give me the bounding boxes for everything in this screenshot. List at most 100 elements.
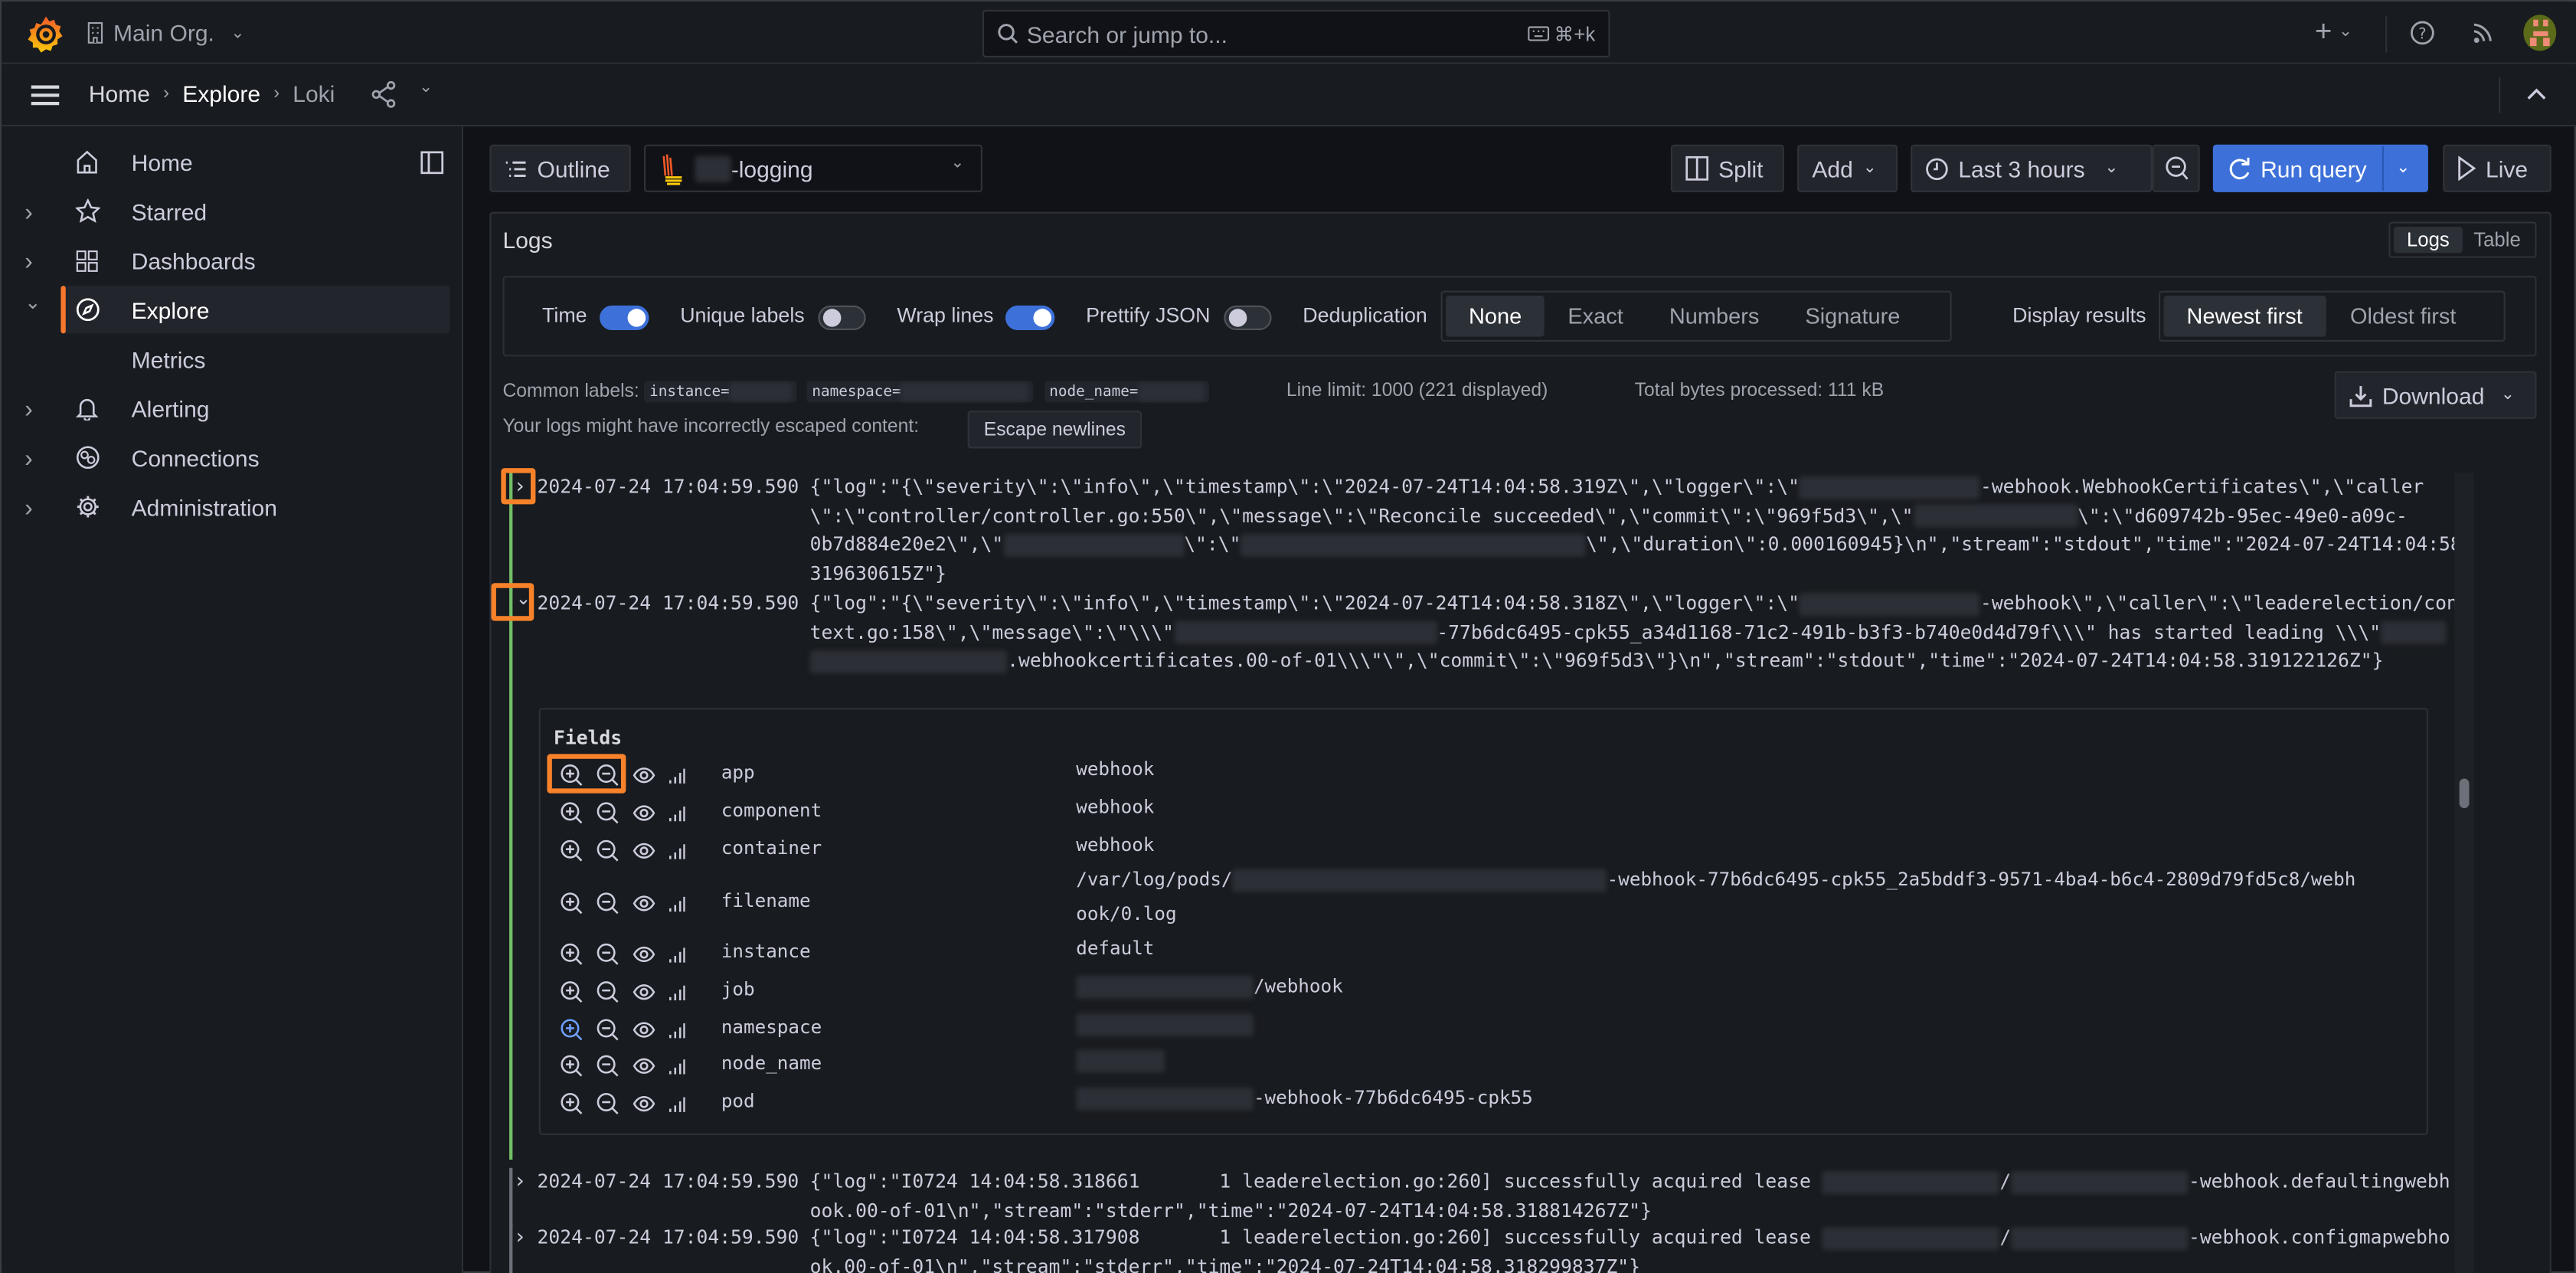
sidebar-item-connections[interactable]: Connections — [60, 434, 449, 481]
share-icon[interactable] — [371, 80, 396, 108]
eye-icon[interactable] — [633, 767, 655, 784]
zoom-in-icon[interactable] — [561, 1055, 584, 1078]
dedup-none[interactable]: None — [1445, 296, 1545, 337]
newest-first[interactable]: Newest first — [2163, 296, 2326, 337]
zoom-in-icon[interactable] — [561, 892, 584, 915]
dedup-exact[interactable]: Exact — [1545, 296, 1646, 337]
label-key: namespace= — [812, 384, 901, 401]
log-scrollbar[interactable] — [2454, 473, 2474, 1273]
log-text: \",\"duration\":0.000160945}\n","stream"… — [1586, 532, 2473, 556]
eye-icon[interactable] — [633, 843, 655, 859]
stats-icon[interactable] — [669, 895, 685, 913]
zoom-out-icon[interactable] — [597, 1055, 619, 1078]
chevron-down-icon[interactable]: ⌄ — [2396, 159, 2410, 178]
rss-icon[interactable] — [2473, 20, 2496, 44]
zoom-out-time-button[interactable] — [2152, 144, 2200, 192]
escape-newlines-button[interactable]: Escape newlines — [967, 411, 1143, 449]
log-text: webhook — [1076, 797, 1155, 818]
chevron-right-icon[interactable]: › — [25, 494, 33, 522]
logs-title: Logs — [502, 226, 553, 254]
chevron-right-icon[interactable]: › — [25, 248, 33, 276]
dedup-signature[interactable]: Signature — [1782, 296, 1923, 337]
stats-icon[interactable] — [669, 766, 685, 784]
field-actions — [561, 892, 685, 915]
sidebar-item-home[interactable]: Home — [60, 138, 449, 185]
live-button[interactable]: Live — [2443, 144, 2551, 192]
eye-icon[interactable] — [633, 805, 655, 821]
unique-labels-toggle[interactable] — [818, 305, 866, 331]
chevron-right-icon[interactable]: › — [516, 1168, 525, 1197]
dedup-numbers[interactable]: Numbers — [1646, 296, 1783, 337]
field-value: webhook — [1076, 752, 1154, 787]
breadcrumb-home[interactable]: Home — [89, 80, 150, 106]
live-label: Live — [2485, 155, 2529, 182]
zoom-out-icon[interactable] — [597, 802, 619, 825]
eye-icon[interactable] — [633, 895, 655, 911]
datasource-picker[interactable]: -logging ⌄ — [643, 144, 982, 192]
eye-icon[interactable] — [633, 946, 655, 963]
org-switcher[interactable]: Main Org. ⌄ — [113, 20, 244, 50]
zoom-in-icon[interactable] — [561, 1092, 584, 1115]
stats-icon[interactable] — [669, 1095, 685, 1113]
run-query-button[interactable]: Run query ⌄ — [2212, 144, 2428, 192]
zoom-out-icon[interactable] — [597, 980, 619, 1003]
split-button[interactable]: Split — [1670, 144, 1784, 192]
sidebar-item-alerting[interactable]: Alerting — [60, 385, 449, 432]
zoom-in-icon[interactable] — [561, 802, 584, 825]
stats-icon[interactable] — [669, 1021, 685, 1039]
chevron-down-icon[interactable]: ⌄ — [25, 291, 41, 314]
avatar[interactable] — [2523, 15, 2557, 51]
sidebar-item-explore[interactable]: Explore — [60, 286, 450, 334]
download-label: Download — [2381, 381, 2485, 408]
field-row: filename/var/log/pods/ -webhook-77b6dc649… — [541, 869, 2427, 938]
tab-logs[interactable]: Logs — [2393, 226, 2463, 254]
split-label: Split — [1718, 155, 1764, 182]
chevron-right-icon[interactable]: › — [516, 1224, 525, 1253]
stats-icon[interactable] — [669, 842, 685, 860]
breadcrumb-explore[interactable]: Explore — [182, 80, 260, 106]
chevron-right-icon[interactable]: › — [25, 198, 33, 226]
zoom-in-icon[interactable] — [561, 839, 584, 862]
log-text: \":\"d609742b-95ec-49e0-a09c- — [2077, 503, 2408, 527]
stats-icon[interactable] — [669, 804, 685, 823]
oldest-first[interactable]: Oldest first — [2326, 296, 2481, 337]
chevron-right-icon[interactable]: › — [25, 445, 33, 473]
zoom-in-icon[interactable] — [561, 1019, 584, 1042]
chevron-down-icon[interactable]: ⌄ — [419, 79, 433, 97]
grafana-logo[interactable] — [28, 15, 64, 54]
menu-icon[interactable] — [30, 83, 61, 106]
zoom-out-icon[interactable] — [597, 892, 619, 915]
tab-table[interactable]: Table — [2463, 227, 2532, 253]
zoom-out-icon[interactable] — [597, 943, 619, 966]
download-button[interactable]: Download ⌄ — [2334, 371, 2537, 419]
eye-icon[interactable] — [633, 1058, 655, 1074]
eye-icon[interactable] — [633, 1095, 655, 1112]
sidebar-item-dashboards[interactable]: Dashboards — [60, 237, 449, 284]
new-button[interactable]: + ⌄ — [2315, 15, 2352, 49]
stats-icon[interactable] — [669, 1057, 685, 1075]
help-icon[interactable]: ? — [2410, 20, 2434, 46]
zoom-out-icon[interactable] — [597, 1092, 619, 1115]
wrap-lines-toggle[interactable] — [1005, 305, 1055, 331]
chevron-up-icon[interactable] — [2527, 87, 2547, 100]
zoom-out-icon[interactable] — [597, 839, 619, 862]
chevron-right-icon[interactable]: › — [25, 396, 33, 424]
eye-icon[interactable] — [633, 984, 655, 1000]
outline-button[interactable]: Outline — [489, 144, 631, 192]
time-toggle[interactable] — [600, 305, 649, 331]
time-range-picker[interactable]: Last 3 hours ⌄ — [1911, 144, 2153, 192]
prettify-json-toggle[interactable] — [1224, 305, 1272, 331]
zoom-out-icon[interactable] — [597, 1019, 619, 1042]
zoom-in-icon[interactable] — [561, 980, 584, 1003]
sidebar-item-metrics[interactable]: Metrics — [60, 335, 449, 382]
eye-icon[interactable] — [633, 1022, 655, 1038]
stats-icon[interactable] — [669, 983, 685, 1001]
stats-icon[interactable] — [669, 945, 685, 964]
add-button[interactable]: Add ⌄ — [1797, 144, 1898, 192]
log-timestamp: 2024-07-24 17:04:59.590 — [537, 1169, 799, 1193]
scrollbar-thumb[interactable] — [2459, 778, 2470, 809]
sidebar-item-administration[interactable]: Administration — [60, 483, 449, 530]
search-input[interactable]: Search or jump to... ⌘+k — [982, 9, 1610, 58]
sidebar-item-starred[interactable]: Starred — [60, 187, 449, 234]
zoom-in-icon[interactable] — [561, 943, 584, 966]
